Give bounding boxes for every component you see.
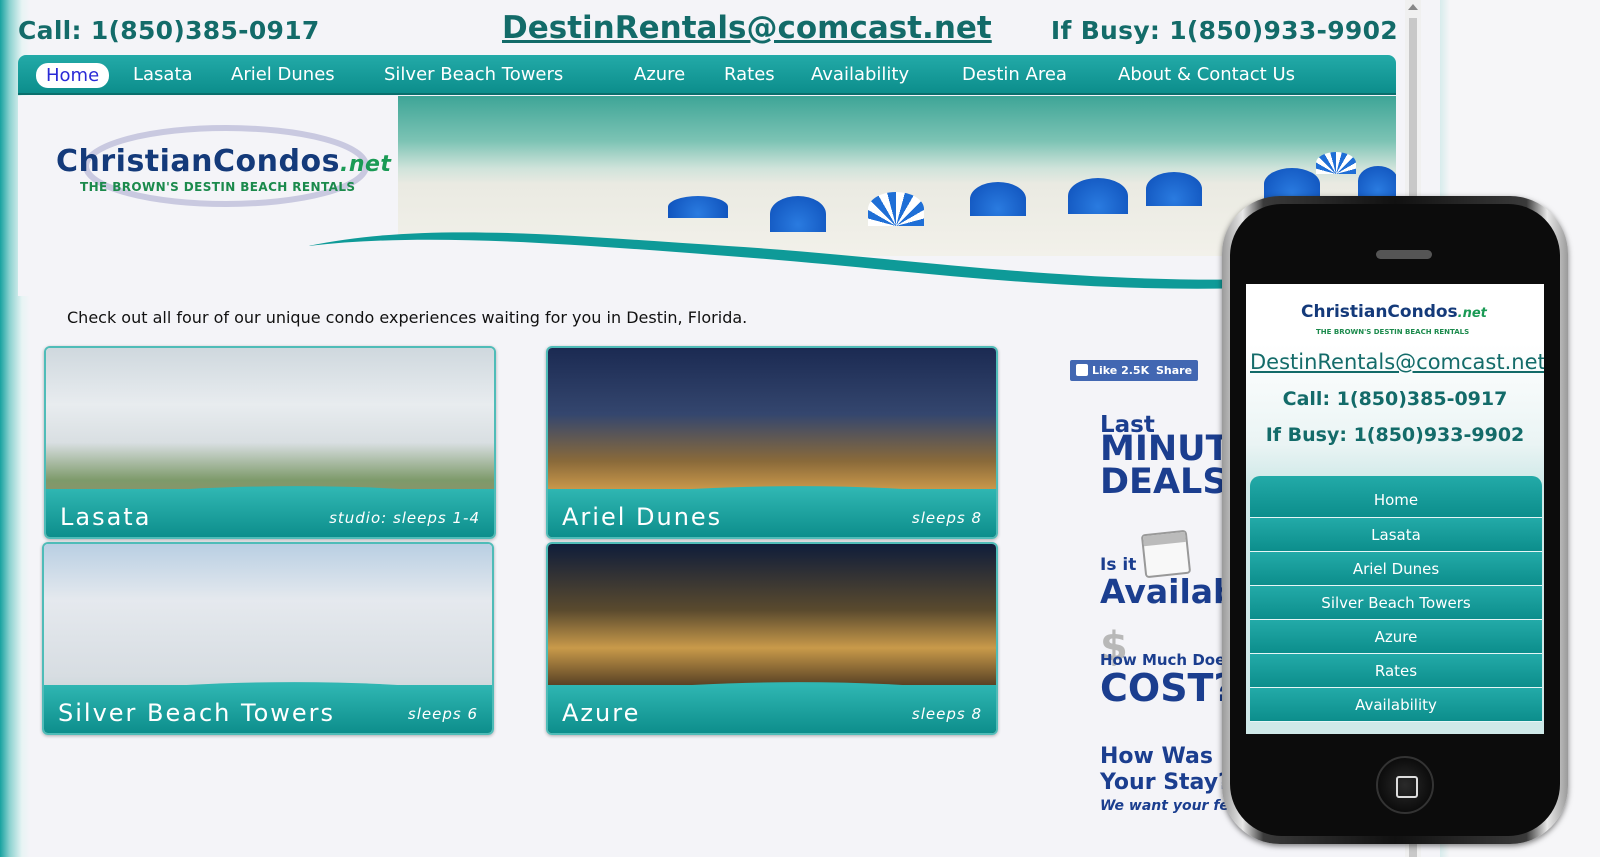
nav-home[interactable]: Home [36, 63, 110, 88]
card-sleeps: sleeps 8 [911, 705, 982, 723]
header-banner: ChristianCondos.net THE BROWN'S DESTIN B… [18, 96, 1396, 296]
card-ariel-dunes[interactable]: Ariel Dunes sleeps 8 [546, 346, 998, 539]
nav-rates[interactable]: Rates [724, 64, 775, 85]
facebook-like-button[interactable]: Like 2.5K [1070, 360, 1156, 381]
nav-silver-beach-towers[interactable]: Silver Beach Towers [384, 64, 563, 85]
card-title: Lasata [60, 503, 152, 531]
mobile-email-link[interactable]: DestinRentals@comcast.net [1250, 350, 1544, 374]
mobile-nav-lasata[interactable]: Lasata [1250, 518, 1542, 552]
busy-phone[interactable]: If Busy: 1(850)933-9902 [1051, 16, 1398, 45]
call-phone[interactable]: Call: 1(850)385-0917 [18, 16, 320, 45]
card-sleeps: sleeps 6 [407, 705, 478, 723]
mobile-logo-tagline: THE BROWN'S DESTIN BEACH RENTALS [1316, 328, 1470, 336]
card-azure[interactable]: Azure sleeps 8 [546, 542, 998, 735]
logo-text: ChristianCondos.net [56, 144, 392, 179]
main-nav: Home Lasata Ariel Dunes Silver Beach Tow… [18, 55, 1396, 95]
mobile-nav-availability[interactable]: Availability [1250, 688, 1542, 722]
site-logo[interactable]: ChristianCondos.net THE BROWN'S DESTIN B… [56, 122, 391, 212]
mobile-nav-rates[interactable]: Rates [1250, 654, 1542, 688]
phone-screen: ChristianCondos.net THE BROWN'S DESTIN B… [1246, 284, 1544, 734]
phone-home-button [1376, 756, 1434, 814]
scroll-up-arrow-icon[interactable] [1408, 4, 1418, 10]
intro-text: Check out all four of our unique condo e… [67, 308, 748, 327]
nav-about-contact[interactable]: About & Contact Us [1118, 64, 1295, 85]
calendar-icon [1140, 529, 1192, 579]
how-was-your-stay-link[interactable]: How Was Your Stay? [1100, 744, 1231, 796]
facebook-share-button[interactable]: Share [1150, 360, 1199, 381]
card-title: Ariel Dunes [562, 503, 723, 531]
cost-link[interactable]: COST? [1100, 666, 1236, 710]
card-title: Azure [562, 699, 641, 727]
nav-lasata[interactable]: Lasata [133, 64, 193, 85]
nav-availability[interactable]: Availability [811, 64, 909, 85]
nav-destin-area[interactable]: Destin Area [962, 64, 1067, 85]
card-title: Silver Beach Towers [58, 699, 336, 727]
mobile-busy-phone[interactable]: If Busy: 1(850)933-9902 [1246, 424, 1544, 446]
mobile-nav: Home Lasata Ariel Dunes Silver Beach Tow… [1250, 476, 1542, 722]
thumbs-up-icon [1076, 364, 1088, 376]
card-sleeps: sleeps 8 [911, 509, 982, 527]
card-sleeps: studio: sleeps 1-4 [329, 509, 480, 527]
phone-mockup: ChristianCondos.net THE BROWN'S DESTIN B… [1222, 196, 1568, 844]
mobile-nav-silver-beach-towers[interactable]: Silver Beach Towers [1250, 586, 1542, 620]
phone-speaker [1376, 250, 1432, 259]
nav-ariel-dunes[interactable]: Ariel Dunes [231, 64, 335, 85]
nav-azure[interactable]: Azure [634, 64, 685, 85]
email-link[interactable]: DestinRentals@comcast.net [502, 10, 992, 46]
card-silver-beach-towers[interactable]: Silver Beach Towers sleeps 6 [42, 542, 494, 735]
mobile-nav-azure[interactable]: Azure [1250, 620, 1542, 654]
mobile-logo[interactable]: ChristianCondos.net [1301, 302, 1487, 322]
logo-tagline: THE BROWN'S DESTIN BEACH RENTALS [80, 180, 356, 194]
mobile-nav-home[interactable]: Home [1250, 476, 1542, 518]
contact-bar: Call: 1(850)385-0917 DestinRentals@comca… [18, 10, 1398, 48]
mobile-nav-ariel-dunes[interactable]: Ariel Dunes [1250, 552, 1542, 586]
card-lasata[interactable]: Lasata studio: sleeps 1-4 [44, 346, 496, 539]
mobile-call-phone[interactable]: Call: 1(850)385-0917 [1246, 388, 1544, 410]
